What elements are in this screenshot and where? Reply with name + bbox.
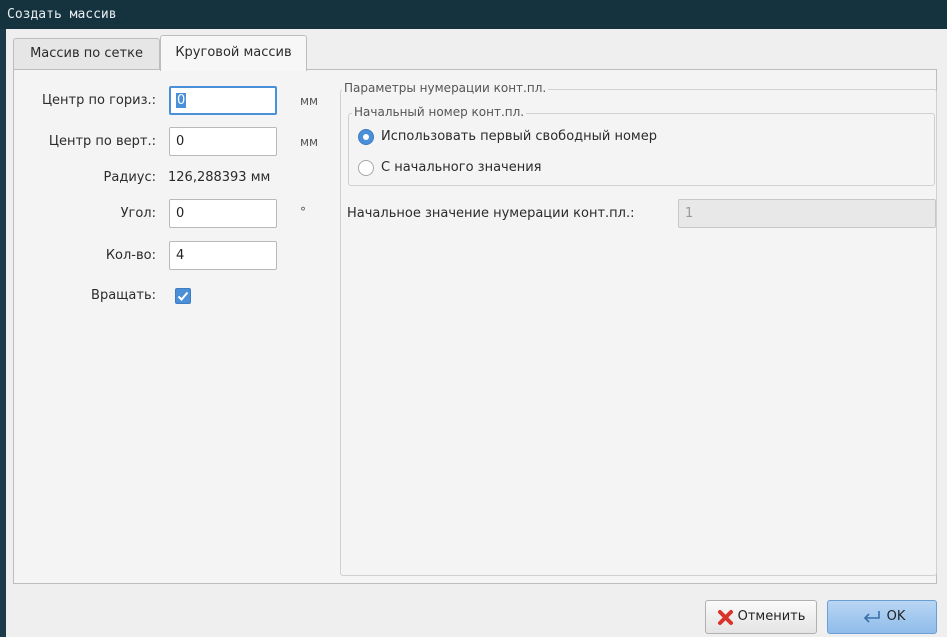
radius-value: 126,288393 мм	[168, 170, 271, 185]
center-x-input[interactable]: 0	[169, 86, 277, 115]
start-number-group	[348, 113, 935, 186]
dialog-window: Создать массив Массив по сетке Круговой …	[0, 0, 947, 637]
count-label: Кол-во:	[105, 248, 156, 263]
tab-panel-circular: Центр по гориз.: 0 мм Центр по верт.: 0 …	[13, 69, 937, 584]
count-input[interactable]: 4	[169, 241, 277, 270]
start-value-label: Начальное значение нумерации конт.пл.:	[347, 206, 635, 221]
tab-circular-array[interactable]: Круговой массив	[160, 35, 307, 71]
start-value-input[interactable]: 1	[678, 199, 936, 228]
cancel-button[interactable]: Отменить	[705, 600, 817, 634]
window-edge	[0, 29, 6, 637]
enter-icon	[863, 610, 880, 623]
tab-grid-array[interactable]: Массив по сетке	[13, 38, 160, 69]
angle-input[interactable]: 0	[169, 199, 277, 228]
rotate-label: Вращать:	[91, 288, 156, 303]
center-y-label: Центр по верт.:	[48, 134, 156, 149]
cancel-label: Отменить	[737, 609, 806, 624]
radio-from-start[interactable]	[358, 160, 374, 176]
center-y-input[interactable]: 0	[169, 127, 277, 156]
angle-label: Угол:	[120, 206, 156, 221]
window-title: Создать массив	[0, 0, 947, 29]
radio-first-free[interactable]	[358, 129, 374, 145]
center-x-unit: мм	[300, 94, 319, 108]
radius-label: Радиус:	[103, 170, 156, 185]
radio-from-start-label[interactable]: С начального значения	[381, 160, 542, 175]
rotate-checkbox[interactable]	[175, 288, 191, 304]
numbering-group-title: Параметры нумерации конт.пл.	[342, 81, 549, 95]
center-y-unit: мм	[300, 135, 319, 149]
ok-button[interactable]: OK	[827, 600, 937, 634]
center-x-value: 0	[176, 93, 187, 108]
checkmark-icon	[177, 291, 189, 301]
center-x-label: Центр по гориз.:	[41, 93, 156, 108]
ok-label: OK	[886, 609, 906, 624]
cancel-icon	[717, 609, 733, 625]
radio-first-free-label[interactable]: Использовать первый свободный номер	[381, 129, 657, 144]
angle-unit: °	[300, 205, 306, 219]
start-number-group-title: Начальный номер конт.пл.	[352, 105, 527, 119]
